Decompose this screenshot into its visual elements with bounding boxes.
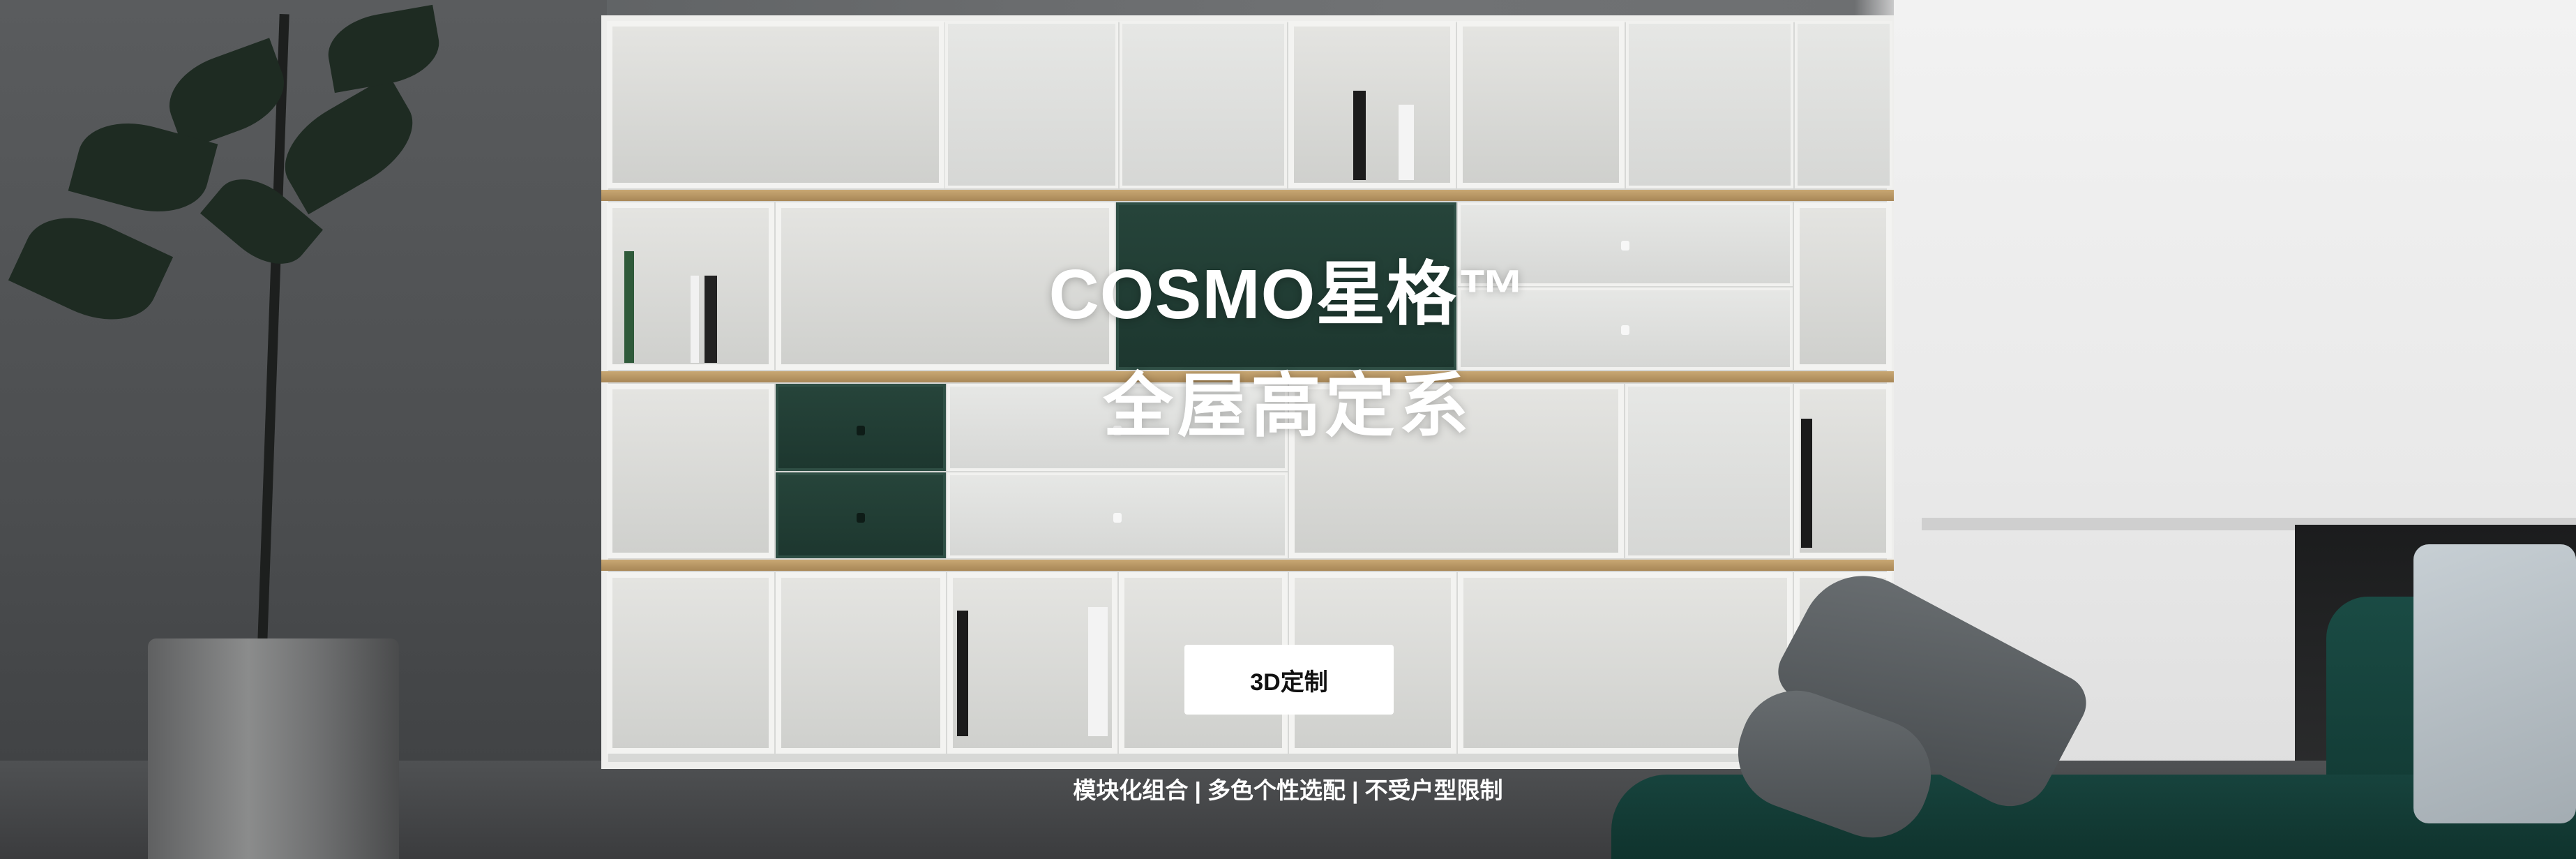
cabinet-cell [607, 21, 944, 188]
cabinet-cell [1457, 21, 1625, 188]
cabinet-cell [1458, 572, 1793, 754]
book [1088, 607, 1108, 736]
hero-tagline: 模块化组合 | 多色个性选配 | 不受户型限制 [1073, 777, 1503, 803]
book [1353, 91, 1366, 180]
cabinet-door [945, 21, 1118, 188]
cabinet-door [1626, 21, 1793, 188]
cabinet-door [1120, 21, 1287, 188]
drawer-knob [1113, 513, 1122, 523]
oak-shelf [601, 190, 1894, 201]
plant-pot [148, 638, 399, 859]
cabinet-cell [607, 572, 774, 754]
hero-title-line1: COSMO星格™ [1048, 255, 1528, 334]
cabinet-cell [1288, 21, 1456, 188]
oak-shelf [601, 560, 1894, 571]
3d-customize-button[interactable]: 3D定制 [1184, 645, 1394, 715]
hero-title-line2: 全屋高定系 [1103, 367, 1473, 445]
book [1399, 105, 1414, 180]
cabinet-door [1795, 21, 1892, 188]
cabinet-cell [776, 572, 946, 754]
drawer-knob [857, 513, 865, 523]
book [957, 611, 968, 736]
hero-banner: COSMO星格™ 全屋高定系 3D定制 模块化组合 | 多色个性选配 | 不受户… [0, 0, 2576, 859]
